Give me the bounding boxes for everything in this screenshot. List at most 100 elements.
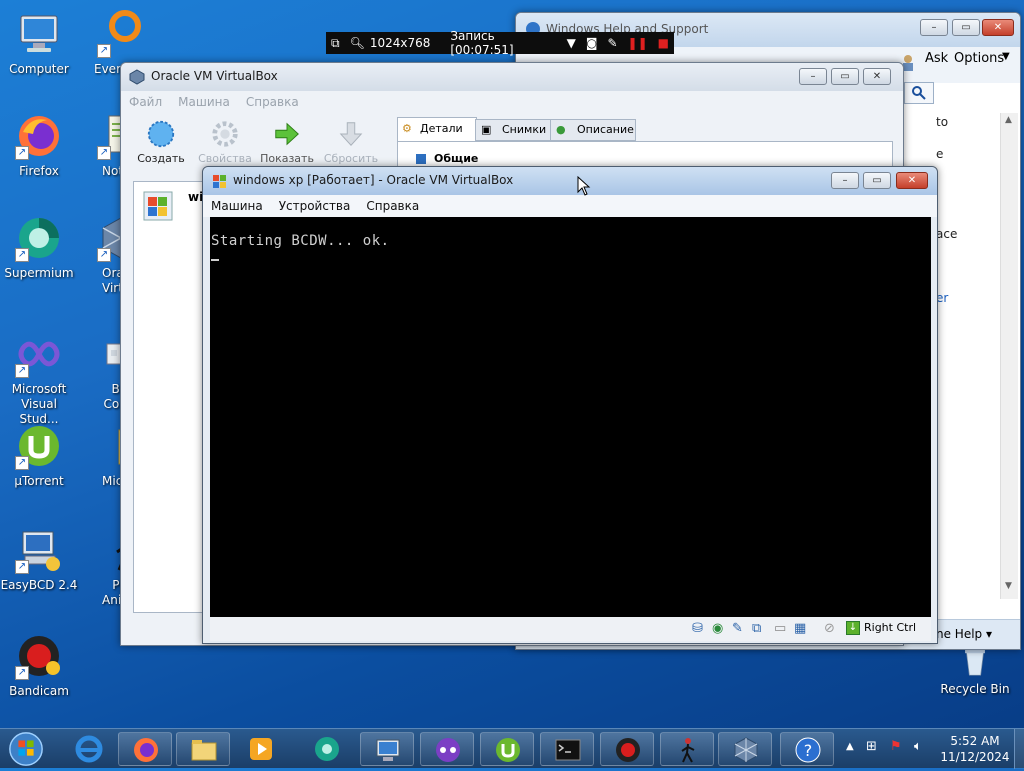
hard-disk-icon[interactable]: ⛁ [692, 621, 703, 636]
vm-menu-machine[interactable]: Машина [211, 199, 263, 213]
usb-icon[interactable]: ✎ [732, 621, 743, 636]
clock-time: 5:52 AM [950, 734, 1000, 748]
general-section-title: Общие [434, 152, 479, 165]
vm-minimize-button[interactable]: – [831, 172, 859, 189]
pencil-icon[interactable]: ✎ [607, 36, 617, 50]
taskbar-command-prompt[interactable] [540, 732, 594, 766]
taskbar-supermium[interactable] [300, 732, 354, 766]
vm-titlebar[interactable]: windows xp [Работает] - Oracle VM Virtua… [203, 167, 937, 195]
bandicam-icon: ↗ [15, 632, 63, 680]
help-icon: ? [795, 737, 821, 763]
vm-window[interactable]: windows xp [Работает] - Oracle VM Virtua… [202, 166, 938, 644]
taskbar-bandicam[interactable] [600, 732, 654, 766]
vbox-maximize-button[interactable]: ▭ [831, 68, 859, 85]
general-section-icon [416, 154, 426, 164]
settings-button[interactable]: Свойства [195, 119, 255, 165]
desktop-icon-easybcd[interactable]: ↗ EasyBCD 2.4 [0, 526, 78, 593]
show-desktop-button[interactable] [1014, 729, 1024, 769]
shortcut-arrow-icon: ↗ [97, 248, 111, 262]
menu-file[interactable]: Файл [129, 95, 162, 109]
taskbar-utorrent[interactable] [480, 732, 534, 766]
window-select-icon[interactable]: ⧉ [331, 36, 340, 51]
create-button[interactable]: Создать [131, 119, 191, 165]
tray-expand-icon[interactable]: ▲ [846, 741, 854, 752]
start-button[interactable] [6, 730, 46, 768]
taskbar-help[interactable]: ? [780, 732, 834, 766]
easybcd-icon: ↗ [15, 526, 63, 574]
shared-folder-icon[interactable]: ▭ [774, 621, 786, 636]
vm-menu-devices[interactable]: Устройства [279, 199, 351, 213]
help-text-fragment-2: e [936, 147, 944, 161]
vm-maximize-button[interactable]: ▭ [863, 172, 891, 189]
scroll-down-icon[interactable]: ▼ [1005, 581, 1012, 591]
vm-menu-help[interactable]: Справка [366, 199, 419, 213]
desktop-icon-supermium[interactable]: ↗ Supermium [0, 214, 78, 281]
tab-details[interactable]: ⚙ Детали [397, 117, 477, 141]
windows-xp-vm-icon [142, 190, 176, 224]
windows-logo-icon [9, 732, 43, 766]
desktop-icon-recycle-bin[interactable]: Recycle Bin [936, 644, 1014, 697]
recorder-resolution[interactable]: 1024x768 [370, 36, 431, 50]
everything-icon: ↗ [97, 10, 145, 58]
taskbar-virtualbox[interactable] [718, 732, 772, 766]
taskbar-control-panel[interactable] [360, 732, 414, 766]
taskbar-explorer[interactable] [176, 732, 230, 766]
taskbar-media-player[interactable] [234, 732, 288, 766]
utorrent-icon [496, 738, 520, 762]
vm-list-item-name[interactable]: wi [188, 190, 203, 204]
tab-description[interactable]: ● Описание [550, 119, 636, 141]
vm-console-screen[interactable]: Starting BCDW... ok. [210, 217, 931, 617]
options-button[interactable]: Options [954, 51, 1004, 66]
shortcut-arrow-icon: ↗ [15, 666, 29, 680]
vbox-menubar: Файл Машина Справка [121, 91, 903, 113]
help-scrollbar[interactable]: ▲ ▼ [1000, 113, 1018, 599]
gear-icon [212, 121, 238, 147]
network-icon[interactable]: ⧉ [752, 621, 761, 636]
ask-button[interactable]: Ask [925, 51, 948, 66]
bandicam-icon [616, 738, 640, 762]
display-icon[interactable]: ▦ [794, 621, 806, 636]
show-button[interactable]: Показать [257, 119, 317, 165]
help-search-button[interactable] [904, 82, 934, 104]
zoom-icon[interactable]: 🔍︎ [350, 36, 365, 50]
desktop-icon-computer[interactable]: Computer [0, 10, 78, 77]
vbox-close-button[interactable]: ✕ [863, 68, 891, 85]
tray-flag-icon[interactable]: ⚑ [890, 739, 902, 754]
taskbar-firefox[interactable] [118, 732, 172, 766]
vbox-minimize-button[interactable]: – [799, 68, 827, 85]
help-maximize-button[interactable]: ▭ [952, 19, 980, 36]
taskbar-ie[interactable] [62, 732, 116, 766]
tray-volume-icon[interactable]: 🔈︎ [914, 739, 922, 754]
pause-icon[interactable]: ❚❚ [628, 36, 648, 50]
desktop-icon-firefox[interactable]: ↗ Firefox [0, 112, 78, 179]
discard-button[interactable]: Сбросить [321, 119, 381, 165]
taskbar-pivot[interactable] [660, 732, 714, 766]
utorrent-icon: ↗ [15, 422, 63, 470]
tray-clock[interactable]: 5:52 AM 11/12/2024 [938, 733, 1012, 765]
desktop-icon-visual-studio[interactable]: ↗ Microsoft Visual Stud... [0, 330, 78, 427]
vbox-titlebar[interactable]: Oracle VM VirtualBox – ▭ ✕ [121, 63, 903, 91]
menu-machine[interactable]: Машина [178, 95, 230, 109]
mouse-integration-icon[interactable]: ⊘ [824, 621, 835, 636]
scroll-up-icon[interactable]: ▲ [1005, 115, 1012, 125]
camera-icon[interactable]: ◙ [586, 36, 598, 50]
desktop-icon-utorrent[interactable]: ↗ µTorrent [0, 422, 78, 489]
help-minimize-button[interactable]: – [920, 19, 948, 36]
help-close-button[interactable]: ✕ [982, 19, 1014, 36]
folder-icon [191, 740, 217, 761]
options-chevron-down-icon[interactable]: ▼ [1002, 51, 1010, 62]
desktop-icon-bandicam[interactable]: ↗ Bandicam [0, 632, 78, 699]
menu-help[interactable]: Справка [246, 95, 299, 109]
dropdown-arrow-icon[interactable]: ▼ [567, 36, 576, 50]
host-key-label: Right Ctrl [864, 621, 917, 634]
cd-drive-icon[interactable]: ◉ [712, 621, 723, 636]
stop-icon[interactable]: ■ [658, 36, 669, 50]
vm-close-button[interactable]: ✕ [896, 172, 928, 189]
recorder-timer: Запись [00:07:51] [450, 29, 514, 57]
taskbar-visual-studio[interactable] [420, 732, 474, 766]
online-help-button[interactable]: ne Help ▾ [936, 627, 992, 641]
clock-date: 11/12/2024 [940, 750, 1010, 764]
recorder-toolbar: ⧉ 🔍︎ 1024x768 Запись [00:07:51] ▼ ◙ ✎ ❚❚… [326, 29, 674, 57]
tab-snapshots[interactable]: ▣ Снимки [475, 119, 551, 141]
tray-network-icon[interactable]: ⊞ [866, 739, 877, 754]
